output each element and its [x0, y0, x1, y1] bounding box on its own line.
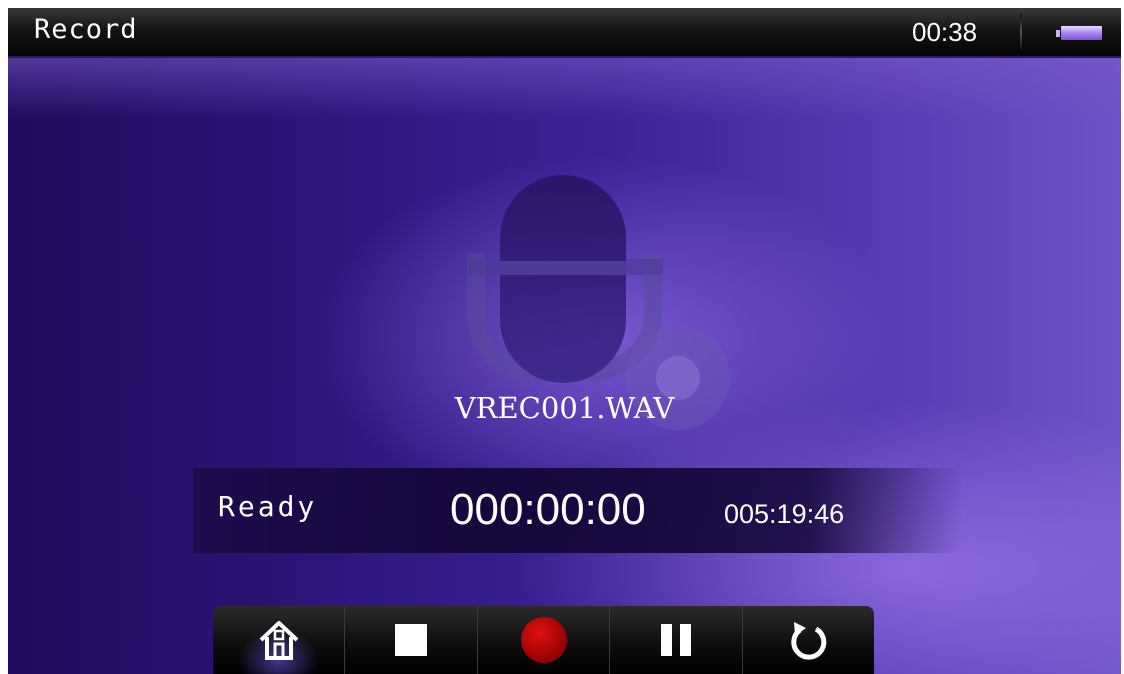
control-bar [213, 606, 874, 674]
home-button[interactable] [213, 606, 346, 674]
record-icon [519, 615, 569, 665]
repeat-button[interactable] [743, 606, 874, 674]
remaining-time: 005:19:46 [724, 499, 845, 529]
recorder-screen: Record 00:38 VREC001.WAV Ready 000:00:00… [8, 8, 1121, 674]
recording-status: Ready [218, 490, 318, 523]
pause-button[interactable] [610, 606, 743, 674]
pause-icon [656, 620, 696, 660]
home-icon [256, 617, 302, 663]
recording-filename: VREC001.WAV [454, 391, 675, 425]
elapsed-time: 000:00:00 [450, 485, 646, 534]
battery-icon [1056, 26, 1102, 40]
status-bar: Record 00:38 [8, 8, 1121, 58]
record-button[interactable] [478, 606, 611, 674]
app-title: Record [34, 14, 138, 45]
status-divider [1020, 14, 1022, 50]
repeat-icon [786, 618, 830, 662]
stop-icon [391, 620, 431, 660]
stop-button[interactable] [345, 606, 478, 674]
clock: 00:38 [912, 17, 978, 47]
header-glow [8, 58, 1121, 118]
